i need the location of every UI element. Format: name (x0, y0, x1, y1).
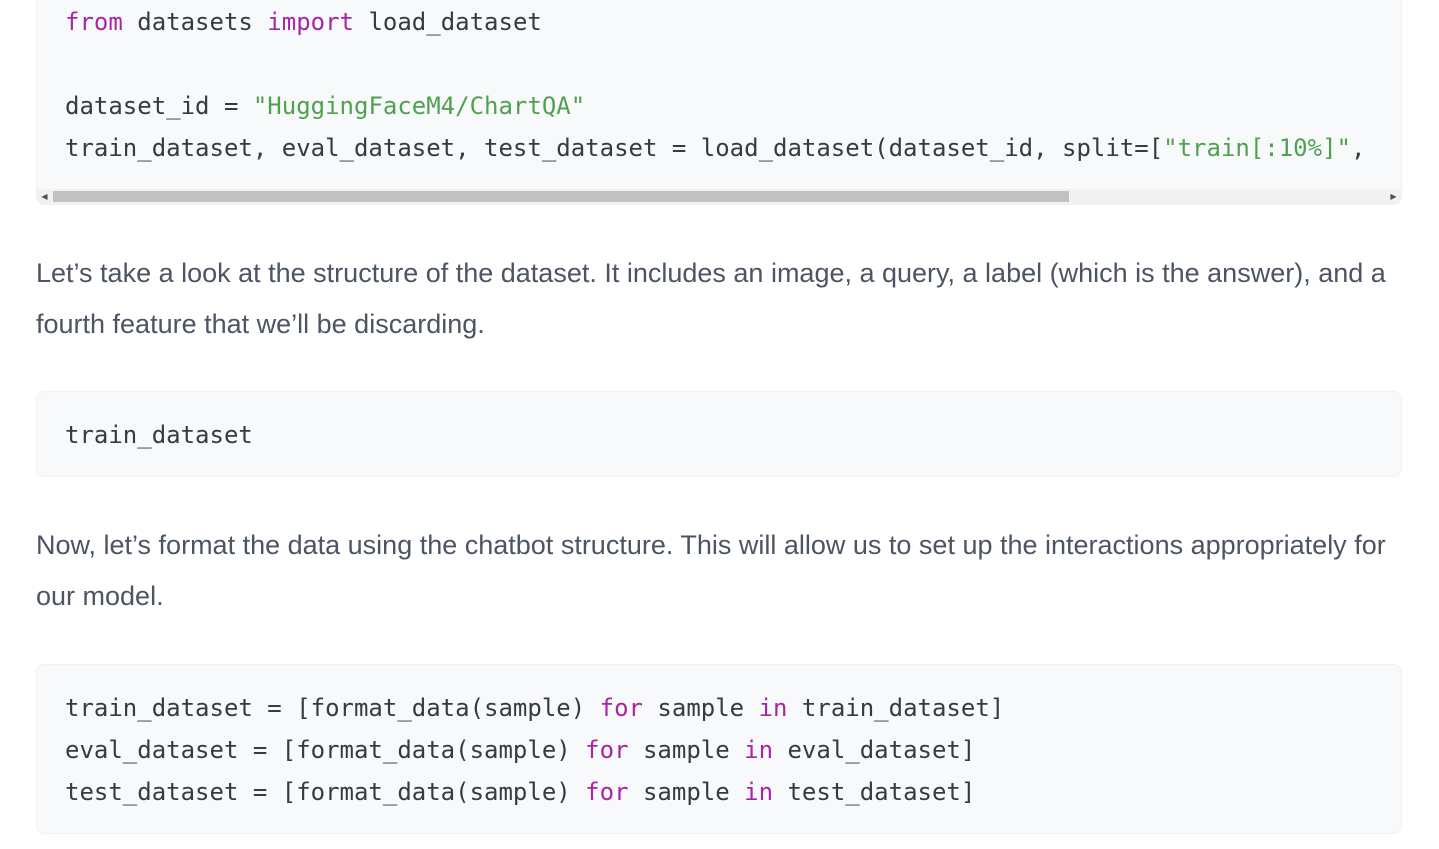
code-line: test_dataset = [format_data(sample) for … (65, 778, 975, 806)
code-keyword: in (758, 694, 788, 722)
code-token: , (1350, 134, 1366, 162)
code-token: train_dataset = [format_data(sample) (65, 694, 600, 722)
code-string: "train[:10%]" (1163, 134, 1351, 162)
scroll-left-arrow-icon[interactable]: ◀ (37, 189, 52, 204)
code-token: sample (628, 736, 745, 764)
code-token: train_dataset (65, 421, 253, 449)
paragraph-dataset-structure: Let’s take a look at the structure of th… (36, 258, 1386, 339)
code-keyword: in (744, 778, 774, 806)
code-content: train_dataset = [format_data(sample) for… (37, 665, 1401, 813)
code-token: test_dataset] (773, 778, 976, 806)
code-line: eval_dataset = [format_data(sample) for … (65, 736, 975, 764)
horizontal-scrollbar[interactable]: ◀ ▶ (37, 189, 1401, 204)
code-content: from datasets import load_dataset datase… (37, 0, 1401, 169)
code-token: eval_dataset = [format_data(sample) (65, 736, 586, 764)
code-keyword: for (599, 694, 643, 722)
code-keyword: import (267, 8, 354, 36)
code-line: train_dataset (65, 421, 253, 449)
code-token: sample (642, 694, 759, 722)
code-keyword: in (744, 736, 774, 764)
scroll-right-arrow-icon[interactable]: ▶ (1386, 189, 1401, 204)
code-line: from datasets import load_dataset (65, 8, 542, 36)
code-token: sample (628, 778, 745, 806)
code-keyword: from (65, 8, 123, 36)
code-token: dataset_id = (65, 92, 253, 120)
code-token: test_dataset = [format_data(sample) (65, 778, 586, 806)
code-block-load-dataset[interactable]: from datasets import load_dataset datase… (36, 0, 1402, 205)
code-token: train_dataset] (787, 694, 1005, 722)
code-token: load_dataset (354, 8, 542, 36)
code-block-train-dataset[interactable]: train_dataset (36, 391, 1402, 477)
code-keyword: for (585, 736, 629, 764)
code-content: train_dataset (37, 392, 1401, 456)
code-token: eval_dataset] (773, 736, 976, 764)
code-line: train_dataset = [format_data(sample) for… (65, 694, 1004, 722)
scrollbar-thumb[interactable] (53, 191, 1069, 202)
paragraph-format-data: Now, let’s format the data using the cha… (36, 530, 1386, 611)
code-line: dataset_id = "HuggingFaceM4/ChartQA" (65, 92, 585, 120)
code-keyword: for (585, 778, 629, 806)
code-block-format-data[interactable]: train_dataset = [format_data(sample) for… (36, 664, 1402, 834)
code-line: train_dataset, eval_dataset, test_datase… (65, 134, 1365, 162)
code-token: datasets (122, 8, 268, 36)
code-string: "HuggingFaceM4/ChartQA" (252, 92, 586, 120)
code-token: train_dataset, eval_dataset, test_datase… (65, 134, 1164, 162)
